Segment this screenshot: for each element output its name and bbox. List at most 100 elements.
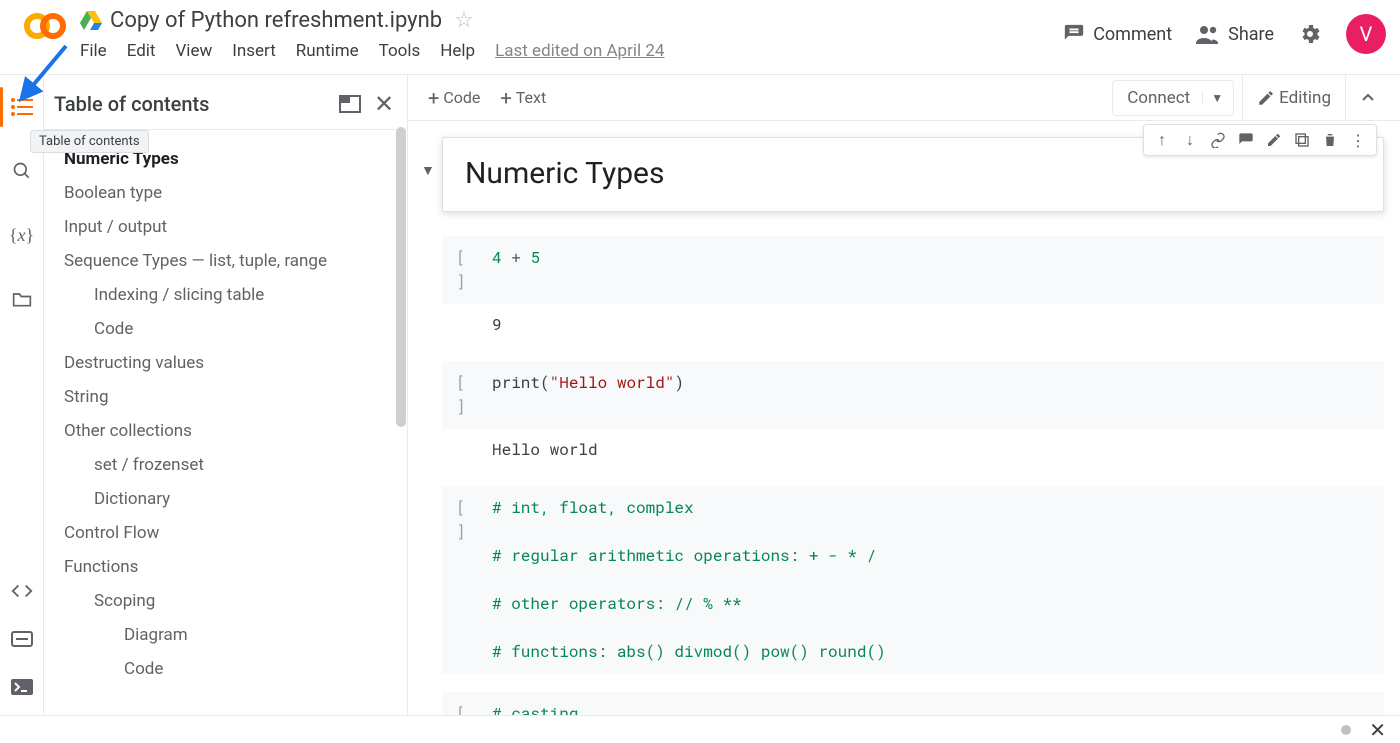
left-rail: {x} <box>0 75 44 715</box>
comment-label: Comment <box>1093 24 1172 45</box>
toc-item[interactable]: Boolean type <box>52 176 397 210</box>
toc-item[interactable]: Scoping <box>52 584 397 618</box>
toc-item[interactable]: Input / output <box>52 210 397 244</box>
workspace: {x} Table of contents ✕ Numeric TypesBoo… <box>0 74 1400 715</box>
cell-move-down-icon[interactable]: ↓ <box>1176 126 1204 154</box>
menu-help[interactable]: Help <box>440 41 475 61</box>
chevron-up-icon <box>1360 90 1376 106</box>
status-close-icon[interactable]: ✕ <box>1369 718 1386 742</box>
rail-toc-icon[interactable] <box>8 93 36 121</box>
settings-button[interactable] <box>1298 22 1322 46</box>
title-column: Copy of Python refreshment.ipynb ☆ File … <box>80 6 1063 61</box>
code-input[interactable]: [ ]# casting <box>442 692 1384 715</box>
toc-item[interactable]: Diagram <box>52 618 397 652</box>
last-edit-link[interactable]: Last edited on April 24 <box>495 41 664 61</box>
toc-item[interactable]: Functions <box>52 550 397 584</box>
run-prompt[interactable]: [ ] <box>456 371 492 419</box>
pencil-icon <box>1257 89 1275 107</box>
cell-move-up-icon[interactable]: ↑ <box>1148 126 1176 154</box>
toc-tooltip: Table of contents <box>30 130 149 153</box>
heading-cell[interactable]: ▼ ↑ ↓ ⋮ Numeric Types <box>442 137 1384 212</box>
code-body[interactable]: # int, float, complex # regular arithmet… <box>492 496 1370 664</box>
toc-list: Numeric TypesBoolean typeInput / outputS… <box>44 130 407 715</box>
code-input[interactable]: [ ]# int, float, complex # regular arith… <box>442 486 1384 674</box>
rail-variables-icon[interactable]: {x} <box>8 221 36 249</box>
app-header: Copy of Python refreshment.ipynb ☆ File … <box>0 0 1400 74</box>
editing-mode-button[interactable]: Editing <box>1242 75 1345 121</box>
notebook-scroll-area[interactable]: ▼ ↑ ↓ ⋮ Numeric Types [ ]4 + 59[ ]print(… <box>408 121 1400 715</box>
code-cell[interactable]: [ ]print("Hello world")Hello world <box>442 361 1384 468</box>
cell-mirror-icon[interactable] <box>1288 126 1316 154</box>
document-title[interactable]: Copy of Python refreshment.ipynb <box>110 8 442 33</box>
add-code-button[interactable]: +Code <box>418 82 490 113</box>
code-body[interactable]: 4 + 5 <box>492 246 1370 294</box>
cell-delete-icon[interactable] <box>1316 126 1344 154</box>
run-prompt[interactable]: [ ] <box>456 702 492 715</box>
rail-files-icon[interactable] <box>8 285 36 313</box>
add-text-button[interactable]: +Text <box>490 82 556 113</box>
toc-panel: Table of contents ✕ Numeric TypesBoolean… <box>44 75 408 715</box>
toc-item[interactable]: Destructing values <box>52 346 397 380</box>
toc-item[interactable]: Control Flow <box>52 516 397 550</box>
cell-link-icon[interactable] <box>1204 126 1232 154</box>
code-output: 9 <box>442 304 1384 343</box>
rail-terminal-icon[interactable] <box>8 673 36 701</box>
connect-dropdown[interactable]: ▼ <box>1202 91 1231 105</box>
rail-code-snippets-icon[interactable] <box>8 577 36 605</box>
menu-view[interactable]: View <box>175 41 212 61</box>
cell-comment-icon[interactable] <box>1232 126 1260 154</box>
code-cell[interactable]: [ ]# int, float, complex # regular arith… <box>442 486 1384 674</box>
toc-move-to-tab-icon[interactable] <box>337 91 363 117</box>
notebook-main: +Code +Text Connect ▼ Editing ▼ <box>408 75 1400 715</box>
connect-button-group: Connect ▼ <box>1112 80 1234 116</box>
toc-item[interactable]: Sequence Types — list, tuple, range <box>52 244 397 278</box>
cell-edit-icon[interactable] <box>1260 126 1288 154</box>
comment-button[interactable]: Comment <box>1063 23 1172 45</box>
toc-item[interactable]: Indexing / slicing table <box>52 278 397 312</box>
toc-item[interactable]: Other collections <box>52 414 397 448</box>
menu-edit[interactable]: Edit <box>127 41 156 61</box>
cell-more-icon[interactable]: ⋮ <box>1344 126 1372 154</box>
header-actions: Comment Share V <box>1063 6 1386 54</box>
share-people-icon <box>1196 23 1220 45</box>
toc-item[interactable]: Code <box>52 312 397 346</box>
collapse-toolbar-button[interactable] <box>1345 75 1390 121</box>
toc-item[interactable]: Code <box>52 652 397 686</box>
code-input[interactable]: [ ]print("Hello world") <box>442 361 1384 429</box>
cells-container: [ ]4 + 59[ ]print("Hello world")Hello wo… <box>418 236 1384 715</box>
connect-button[interactable]: Connect <box>1115 88 1202 108</box>
google-drive-icon <box>80 11 102 31</box>
code-input[interactable]: [ ]4 + 5 <box>442 236 1384 304</box>
share-button[interactable]: Share <box>1196 23 1274 45</box>
status-dot-icon <box>1341 725 1351 735</box>
run-prompt[interactable]: [ ] <box>456 496 492 664</box>
code-body[interactable]: # casting <box>492 702 1370 715</box>
toc-item[interactable]: Dictionary <box>52 482 397 516</box>
code-cell[interactable]: [ ]4 + 59 <box>442 236 1384 343</box>
menu-file[interactable]: File <box>80 41 107 61</box>
code-cell[interactable]: [ ]# casting <box>442 692 1384 715</box>
colab-logo-icon[interactable] <box>23 12 67 40</box>
add-text-label: Text <box>516 88 546 107</box>
user-avatar[interactable]: V <box>1346 14 1386 54</box>
menu-tools[interactable]: Tools <box>379 41 421 61</box>
gear-icon <box>1298 22 1322 46</box>
menu-runtime[interactable]: Runtime <box>296 41 359 61</box>
notebook-toolbar: +Code +Text Connect ▼ Editing <box>408 75 1400 121</box>
code-body[interactable]: print("Hello world") <box>492 371 1370 419</box>
rail-search-icon[interactable] <box>8 157 36 185</box>
toc-title: Table of contents <box>54 92 329 116</box>
menu-insert[interactable]: Insert <box>232 41 276 61</box>
editing-label: Editing <box>1279 88 1331 108</box>
run-prompt[interactable]: [ ] <box>456 246 492 294</box>
code-output: Hello world <box>442 429 1384 468</box>
logo-column <box>10 6 80 40</box>
toc-item[interactable]: set / frozenset <box>52 448 397 482</box>
toc-item[interactable]: String <box>52 380 397 414</box>
rail-command-palette-icon[interactable] <box>8 625 36 653</box>
connect-label: Connect <box>1127 88 1190 108</box>
section-collapse-icon[interactable]: ▼ <box>421 162 435 179</box>
star-icon[interactable]: ☆ <box>450 8 478 33</box>
toc-close-icon[interactable]: ✕ <box>371 91 397 117</box>
comment-icon <box>1063 23 1085 45</box>
